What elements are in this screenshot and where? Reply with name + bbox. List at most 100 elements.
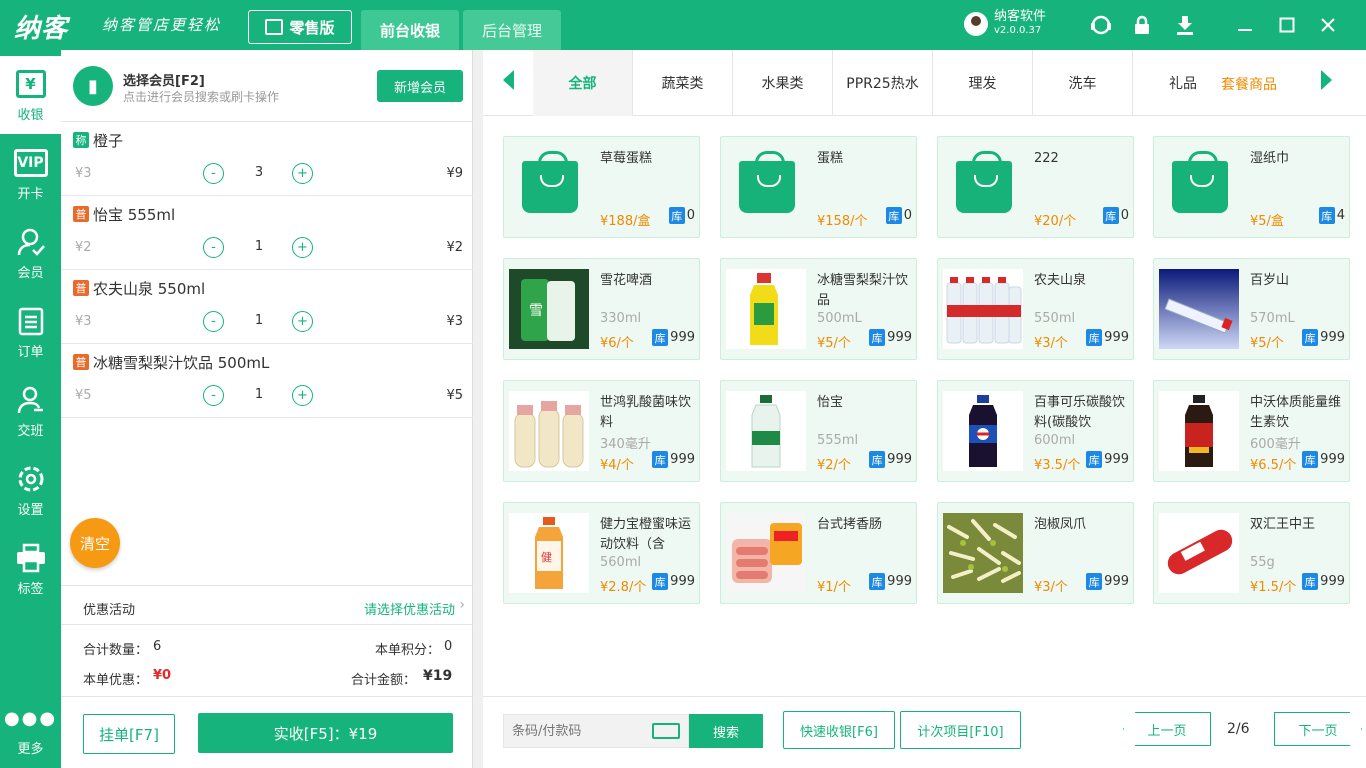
lock-icon[interactable] xyxy=(1130,13,1154,37)
promotion-row[interactable]: 优惠活动 请选择优惠活动 › xyxy=(61,585,473,625)
user-info[interactable]: 纳客软件 v2.0.0.37 xyxy=(964,10,1046,38)
cart-item-qty[interactable]: 1 xyxy=(251,313,267,328)
close-icon[interactable] xyxy=(1316,13,1340,37)
nav-shift[interactable]: 交班 xyxy=(0,372,61,450)
decrease-button[interactable]: - xyxy=(203,163,224,184)
product-stock: 库 999 xyxy=(869,451,912,468)
product-card[interactable]: 健 健力宝橙蜜味运动饮料（含 560ml ¥2.8/个库 999 xyxy=(503,502,700,604)
product-image xyxy=(943,513,1023,593)
chevron-left-icon[interactable] xyxy=(503,70,514,90)
product-card[interactable]: 怡宝 555ml ¥2/个 库 999 xyxy=(720,380,917,482)
settings-icon xyxy=(14,462,48,496)
product-name: 百事可乐碳酸饮料(碳酸饮 xyxy=(1034,395,1126,430)
cart-item[interactable]: 普 怡宝 555ml ¥2 - 1 + ¥2 xyxy=(61,196,473,270)
cart-item[interactable]: 普 冰糖雪梨梨汁饮品 500mL ¥5 - 1 + ¥5 xyxy=(61,344,473,418)
prev-page-button[interactable]: 上一页 xyxy=(1123,712,1211,746)
promotion-select[interactable]: 请选择优惠活动 xyxy=(364,599,455,618)
product-card[interactable]: 中沃体质能量维生素饮 600毫升 ¥6.5/个库 999 xyxy=(1153,380,1350,482)
nav-member[interactable]: 会员 xyxy=(0,214,61,292)
product-image xyxy=(1159,391,1239,471)
product-stock: 库 999 xyxy=(1302,451,1345,468)
cart-item-qty[interactable]: 1 xyxy=(251,239,267,254)
keyboard-icon[interactable] xyxy=(652,723,680,739)
product-price: ¥20/个 xyxy=(1034,214,1077,229)
product-card[interactable]: 草莓蛋糕 ¥188/盒 库 0 xyxy=(503,136,700,238)
product-spec: 550ml xyxy=(1034,311,1076,326)
clear-cart-button[interactable]: 清空 xyxy=(70,518,120,568)
chevron-right-icon[interactable] xyxy=(1321,70,1332,90)
category-haircut[interactable]: 理发 xyxy=(933,50,1033,116)
category-carwash[interactable]: 洗车 xyxy=(1033,50,1133,116)
totals-section: 合计数量： 6 本单积分： 0 本单优惠： ¥0 合计金额： ¥19 xyxy=(61,625,473,697)
increase-button[interactable]: + xyxy=(292,237,313,258)
increase-button[interactable]: + xyxy=(292,385,313,406)
cashier-icon: ¥ xyxy=(14,67,48,101)
minimize-icon[interactable] xyxy=(1233,13,1257,37)
category-all[interactable]: 全部 xyxy=(533,50,633,116)
increase-button[interactable]: + xyxy=(292,311,313,332)
product-card[interactable]: 泡椒凤爪 ¥3/个 库 999 xyxy=(937,502,1134,604)
search-button[interactable]: 搜索 xyxy=(689,714,763,748)
nav-settings[interactable]: 设置 xyxy=(0,451,61,529)
nav-cashier[interactable]: ¥ 收银 xyxy=(0,56,61,134)
shift-icon xyxy=(14,383,48,417)
product-card[interactable]: 农夫山泉 550ml ¥3/个 库 999 xyxy=(937,258,1134,360)
nav-more[interactable]: ●●● 更多 xyxy=(0,690,61,768)
decrease-button[interactable]: - xyxy=(203,311,224,332)
cart-item-price: ¥3 xyxy=(75,314,92,329)
next-page-button[interactable]: 下一页 xyxy=(1274,712,1362,746)
edition-label: 零售版 xyxy=(289,18,335,37)
tab-front-cashier[interactable]: 前台收银 xyxy=(361,10,459,50)
add-member-button[interactable]: 新增会员 xyxy=(377,70,463,102)
product-card[interactable]: 冰糖雪梨梨汁饮品 500mL ¥5/个 库 999 xyxy=(720,258,917,360)
maximize-icon[interactable] xyxy=(1275,13,1299,37)
stock-badge: 库 xyxy=(1302,451,1319,468)
hang-order-button[interactable]: 挂单[F7] xyxy=(83,714,175,754)
category-gifts[interactable]: 礼品 xyxy=(1133,50,1233,116)
customer-service-icon[interactable] xyxy=(1089,13,1113,37)
product-name: 健力宝橙蜜味运动饮料（含 xyxy=(600,517,692,552)
cart-item-qty[interactable]: 3 xyxy=(251,165,267,180)
nav-label-print[interactable]: 标签 xyxy=(0,530,61,608)
category-vegetables[interactable]: 蔬菜类 xyxy=(633,50,733,116)
barcode-input[interactable] xyxy=(512,721,648,741)
product-card[interactable]: 台式拷香肠 ¥1/个 库 999 xyxy=(720,502,917,604)
bottom-toolbar: 搜索 快速收银[F6] 计次项目[F10] 上一页 2/6 下一页 xyxy=(483,696,1366,768)
category-package[interactable]: 套餐商品 xyxy=(1221,74,1277,94)
product-image xyxy=(1159,513,1239,593)
product-card[interactable]: 蛋糕 ¥158/个 库 0 xyxy=(720,136,917,238)
decrease-button[interactable]: - xyxy=(203,385,224,406)
nav-label: 交班 xyxy=(17,424,44,439)
product-card[interactable]: 双汇王中王 55g ¥1.5/个库 999 xyxy=(1153,502,1350,604)
product-price: ¥6/个 xyxy=(600,336,634,351)
download-icon[interactable] xyxy=(1173,13,1197,37)
product-card[interactable]: 百事可乐碳酸饮料(碳酸饮 600ml ¥3.5/个库 999 xyxy=(937,380,1134,482)
cart-item-qty[interactable]: 1 xyxy=(251,387,267,402)
product-spec: 600毫升 xyxy=(1250,437,1301,452)
stock-count: 0 xyxy=(903,208,912,223)
tab-back-office[interactable]: 后台管理 xyxy=(463,10,561,50)
quick-cash-button[interactable]: 快速收银[F6] xyxy=(783,711,895,749)
member-subtitle: 点击进行会员搜索或刷卡操作 xyxy=(123,90,280,104)
count-items-button[interactable]: 计次项目[F10] xyxy=(900,711,1021,749)
product-card[interactable]: 雪 雪花啤酒 330ml ¥6/个 库 999 xyxy=(503,258,700,360)
points-value: 0 xyxy=(444,639,453,654)
increase-button[interactable]: + xyxy=(292,163,313,184)
cart-item[interactable]: 普 农夫山泉 550ml ¥3 - 1 + ¥3 xyxy=(61,270,473,344)
category-fruits[interactable]: 水果类 xyxy=(733,50,833,116)
product-card[interactable]: 湿纸巾 ¥5/盒 库 4 xyxy=(1153,136,1350,238)
product-card[interactable]: 世鸿乳酸菌味饮料 340毫升 ¥4/个 库 999 xyxy=(503,380,700,482)
category-ppr25[interactable]: PPR25热水 xyxy=(833,50,933,116)
product-card[interactable]: 222 ¥20/个 库 0 xyxy=(937,136,1134,238)
product-card[interactable]: 百岁山 570mL ¥5/个 库 999 xyxy=(1153,258,1350,360)
member-select[interactable]: ▮ 选择会员[F2] 点击进行会员搜索或刷卡操作 新增会员 xyxy=(61,50,473,122)
cart-item[interactable]: 称 橙子 ¥3 - 3 + ¥9 xyxy=(61,122,473,196)
nav-order[interactable]: 订单 xyxy=(0,293,61,371)
nav-open-card[interactable]: VIP 开卡 xyxy=(0,135,61,213)
decrease-button[interactable]: - xyxy=(203,237,224,258)
edition-button[interactable]: 零售版 xyxy=(248,10,352,44)
product-stock: 库 999 xyxy=(1086,329,1129,346)
pay-button[interactable]: 实收[F5]：¥19 xyxy=(198,713,453,753)
member-icon xyxy=(14,225,48,259)
stock-badge: 库 xyxy=(652,329,669,346)
